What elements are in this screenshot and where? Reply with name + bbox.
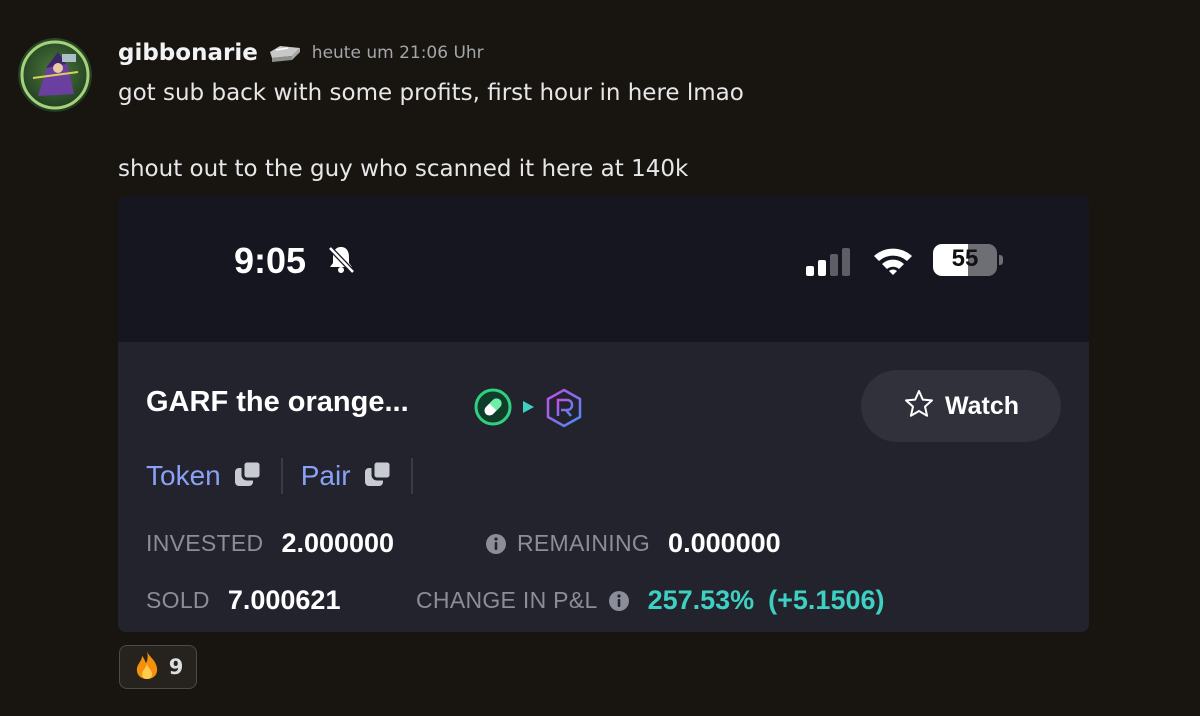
token-link-label: Token (146, 460, 221, 491)
status-time: 9:05 (234, 240, 307, 281)
copy-icon[interactable] (363, 459, 393, 493)
reaction-button[interactable]: 9 (119, 645, 197, 689)
pill-icon[interactable] (473, 387, 513, 431)
avatar[interactable] (18, 38, 92, 112)
token-name: GARF the orange... (146, 386, 409, 418)
image-attachment[interactable]: 9:05 55 GARF the orange... Watch Token P… (118, 196, 1089, 632)
pnl-percent: 257.53% (647, 585, 755, 615)
message-text-line: got sub back with some profits, first ho… (118, 80, 744, 106)
play-icon[interactable] (520, 399, 536, 419)
wifi-icon (872, 246, 914, 280)
raydium-icon[interactable] (545, 388, 583, 432)
token-link[interactable]: Token (146, 459, 263, 493)
bell-slash-icon (326, 244, 356, 278)
remaining-label: REMAINING (517, 530, 651, 556)
invested-stat: INVESTED 2.000000 (146, 528, 394, 559)
remaining-value: 0.000000 (668, 528, 781, 558)
sold-value: 7.000621 (227, 585, 341, 615)
phone-status-bar: 9:05 55 (118, 196, 1089, 342)
fire-icon (133, 650, 161, 684)
watch-button[interactable]: Watch (861, 370, 1061, 442)
copy-icon[interactable] (233, 459, 263, 493)
invested-value: 2.000000 (281, 528, 395, 558)
sold-label: SOLD (146, 587, 210, 613)
reaction-count: 9 (168, 655, 184, 679)
sold-stat: SOLD 7.000621 (146, 585, 340, 616)
info-icon[interactable] (608, 590, 630, 612)
role-badge-icon[interactable] (268, 42, 302, 64)
pair-link-label: Pair (300, 460, 351, 491)
battery-level: 55 (951, 245, 979, 272)
watch-label: Watch (944, 391, 1020, 420)
divider (410, 458, 413, 494)
divider (280, 458, 283, 494)
pnl-stat: CHANGE IN P&L 257.53% (+5.1506) (416, 585, 885, 616)
message-header: gibbonarie heute um 21:06 Uhr (118, 40, 484, 66)
info-icon[interactable] (485, 533, 507, 555)
message-text-line: shout out to the guy who scanned it here… (118, 156, 689, 182)
remaining-stat: REMAINING 0.000000 (485, 528, 781, 559)
star-outline-icon (903, 388, 935, 424)
signal-icon (806, 248, 858, 280)
username[interactable]: gibbonarie (118, 40, 258, 66)
pnl-label: CHANGE IN P&L (416, 587, 598, 613)
invested-label: INVESTED (146, 530, 264, 556)
pair-link[interactable]: Pair (301, 459, 393, 493)
timestamp: heute um 21:06 Uhr (311, 43, 484, 63)
pnl-delta: (+5.1506) (768, 585, 885, 615)
address-links: Token Pair (146, 458, 431, 494)
